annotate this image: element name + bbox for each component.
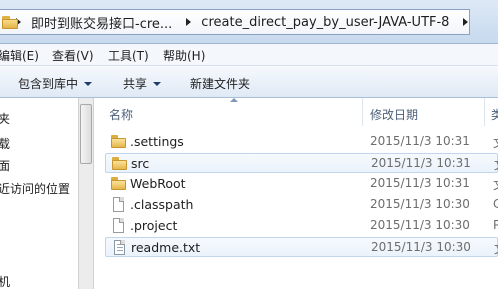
column-date-modified[interactable]: 修改日期 bbox=[370, 106, 418, 123]
folder-icon bbox=[111, 135, 126, 148]
menu-edit[interactable]: 编辑(E) bbox=[0, 47, 39, 64]
file-type: P bbox=[493, 218, 498, 232]
share-button[interactable]: 共享 bbox=[123, 75, 162, 92]
file-type: C bbox=[493, 197, 498, 211]
file-list: 名称 修改日期 类 .settings 2015/11/3 10:31 文 sr… bbox=[94, 98, 498, 289]
file-icon bbox=[113, 218, 124, 233]
file-date: 2015/11/3 10:30 bbox=[371, 240, 471, 254]
file-row[interactable]: .project 2015/11/3 10:30 P bbox=[105, 216, 498, 236]
file-type: 文 bbox=[493, 176, 498, 193]
column-type[interactable]: 类 bbox=[491, 106, 498, 123]
nav-item-downloads[interactable]: 载 bbox=[0, 135, 10, 152]
menu-view[interactable]: 查看(V) bbox=[52, 47, 94, 64]
include-in-library-button[interactable]: 包含到库中 bbox=[18, 75, 93, 92]
command-bar: 包含到库中 共享 新建文件夹 bbox=[0, 66, 498, 98]
nav-item-recent-places[interactable]: 近访问的位置 bbox=[0, 180, 70, 197]
chevron-down-icon bbox=[153, 81, 162, 86]
chevron-right-icon[interactable] bbox=[186, 18, 192, 26]
scrollbar-thumb[interactable] bbox=[80, 104, 92, 164]
file-row-selected[interactable]: readme.txt 2015/11/3 10:30 文 bbox=[105, 237, 498, 257]
file-date: 2015/11/3 10:30 bbox=[370, 218, 470, 232]
file-icon bbox=[113, 197, 124, 212]
folder-icon bbox=[112, 157, 127, 170]
file-type: 文 bbox=[494, 156, 498, 173]
chevron-down-icon bbox=[84, 81, 93, 86]
column-name[interactable]: 名称 bbox=[109, 106, 133, 123]
column-header: 名称 修改日期 类 bbox=[94, 98, 498, 126]
sort-ascending-icon bbox=[230, 98, 238, 102]
text-file-icon bbox=[114, 240, 125, 255]
breadcrumb-current[interactable]: create_direct_pay_by_user-JAVA-UTF-8 bbox=[201, 15, 449, 30]
address-bar-area: 即时到账交易接口-cre... create_direct_pay_by_use… bbox=[0, 0, 498, 44]
navigation-pane: 夹 载 面 近访问的位置 机 bbox=[0, 98, 78, 289]
file-date: 2015/11/3 10:31 bbox=[370, 176, 470, 190]
column-divider[interactable] bbox=[484, 98, 485, 126]
file-name: WebRoot bbox=[130, 176, 186, 191]
file-type: 文 bbox=[493, 134, 498, 151]
chevron-right-icon[interactable] bbox=[463, 18, 469, 26]
menu-help[interactable]: 帮助(H) bbox=[163, 47, 205, 64]
new-folder-label: 新建文件夹 bbox=[190, 77, 251, 91]
file-row-hovered[interactable]: src 2015/11/3 10:31 文 bbox=[105, 153, 498, 173]
navigation-scrollbar[interactable] bbox=[78, 98, 93, 289]
address-bar[interactable]: 即时到账交易接口-cre... create_direct_pay_by_use… bbox=[0, 9, 470, 35]
file-name: src bbox=[131, 156, 150, 171]
file-type: 文 bbox=[494, 240, 498, 257]
file-name: .classpath bbox=[130, 197, 194, 212]
nav-item-favorites[interactable]: 夹 bbox=[0, 110, 10, 127]
nav-item-desktop[interactable]: 面 bbox=[0, 157, 10, 174]
file-date: 2015/11/3 10:31 bbox=[371, 156, 471, 170]
share-label: 共享 bbox=[123, 77, 148, 91]
file-row[interactable]: .classpath 2015/11/3 10:30 C bbox=[105, 195, 498, 215]
column-divider[interactable] bbox=[362, 98, 363, 126]
breadcrumb-parent[interactable]: 即时到账交易接口-cre... bbox=[31, 13, 172, 32]
file-row[interactable]: WebRoot 2015/11/3 10:31 文 bbox=[105, 174, 498, 194]
menu-tools[interactable]: 工具(T) bbox=[108, 47, 149, 64]
file-date: 2015/11/3 10:30 bbox=[370, 197, 470, 211]
file-name: .project bbox=[130, 218, 178, 233]
new-folder-button[interactable]: 新建文件夹 bbox=[190, 75, 250, 92]
file-name: .settings bbox=[130, 134, 184, 149]
menu-bar: 编辑(E) 查看(V) 工具(T) 帮助(H) bbox=[0, 44, 498, 66]
nav-item-computer[interactable]: 机 bbox=[0, 273, 10, 289]
folder-icon bbox=[111, 177, 126, 190]
file-name: readme.txt bbox=[131, 240, 201, 255]
file-row[interactable]: .settings 2015/11/3 10:31 文 bbox=[105, 132, 498, 152]
include-in-library-label: 包含到库中 bbox=[18, 77, 79, 91]
file-date: 2015/11/3 10:31 bbox=[370, 134, 470, 148]
